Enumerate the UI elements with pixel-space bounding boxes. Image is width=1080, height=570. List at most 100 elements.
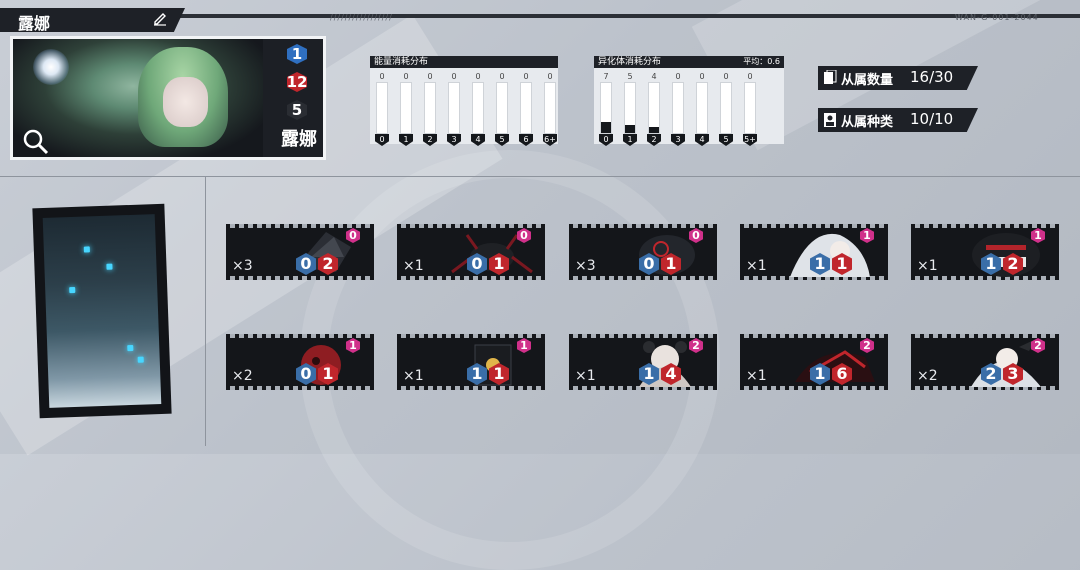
types-value: 10/10 xyxy=(910,110,954,128)
distribution-bar xyxy=(496,82,508,134)
distribution-bar xyxy=(400,82,412,134)
minion-card[interactable]: ×1 1 6 2 xyxy=(740,334,888,390)
anomaly-distribution-panel: 异化体消耗分布 平均：0.6 7 0 5 1 4 2 0 3 0 4 0 5 0 5+ xyxy=(594,56,784,146)
minion-copy-count: ×1 xyxy=(575,368,596,384)
distribution-bar xyxy=(648,82,660,134)
bar-bin-label: 4 xyxy=(695,134,709,146)
crystal-glow xyxy=(106,263,113,270)
minion-card[interactable]: ×1 1 1 1 xyxy=(740,224,888,280)
energy-distribution-panel: 能量消耗分布 0 0 0 1 0 2 0 3 0 4 0 5 0 6 0 6+ xyxy=(370,56,558,146)
cards-icon xyxy=(824,70,837,84)
minion-card[interactable]: ×1 1 1 1 xyxy=(397,334,545,390)
leader-stat-value: 12 xyxy=(286,73,308,91)
bar-bin-label: 0 xyxy=(599,134,613,146)
header-rule xyxy=(180,14,1080,18)
bar-count-label: 0 xyxy=(523,72,529,81)
bar-bin-label: 5 xyxy=(719,134,733,146)
quantity-label: 从属数量 xyxy=(841,73,894,88)
section-divider xyxy=(0,176,1080,177)
distribution-bar xyxy=(544,82,556,134)
person-card-icon xyxy=(824,113,836,127)
leader-stat-energy: 1 xyxy=(276,43,316,65)
distribution-bar-fill xyxy=(625,124,635,133)
bar-bin-label: 6 xyxy=(519,134,533,146)
distribution-bar xyxy=(696,82,708,134)
bar-bin-label: 1 xyxy=(623,134,637,146)
minion-card[interactable]: ×3 0 2 0 xyxy=(226,224,374,280)
bar-count-label: 0 xyxy=(675,72,681,81)
leader-stat-extra: 5 xyxy=(276,99,316,121)
distribution-bar-fill xyxy=(601,121,611,133)
minion-copy-count: ×1 xyxy=(746,258,767,274)
minion-card[interactable]: ×1 0 1 0 xyxy=(397,224,545,280)
bar-bin-label: 5 xyxy=(495,134,509,146)
energy-distribution-title: 能量消耗分布 xyxy=(370,56,558,68)
header-code-right: WAN-G-001-2044 xyxy=(955,13,1039,22)
leader-portrait-card[interactable]: 1 12 5 露娜 xyxy=(10,36,326,160)
distribution-bar-fill xyxy=(649,126,659,133)
minion-card[interactable]: ×3 0 1 0 xyxy=(569,224,717,280)
bar-count-label: 5 xyxy=(627,72,633,81)
bar-count-label: 7 xyxy=(603,72,609,81)
bar-count-label: 0 xyxy=(699,72,705,81)
glowing-orb xyxy=(33,49,69,85)
anomaly-distribution-header: 异化体消耗分布 平均：0.6 xyxy=(594,56,784,68)
distribution-bar xyxy=(448,82,460,134)
anomaly-distribution-bars: 7 0 5 1 4 2 0 3 0 4 0 5 0 5+ xyxy=(594,68,784,146)
search-icon[interactable] xyxy=(21,127,51,157)
leader-name: 露娜 xyxy=(281,129,317,150)
edit-icon[interactable] xyxy=(152,10,168,26)
distribution-bar xyxy=(600,82,612,134)
distribution-bar xyxy=(424,82,436,134)
bar-count-label: 0 xyxy=(747,72,753,81)
minion-copy-count: ×2 xyxy=(232,368,253,384)
bar-count-label: 0 xyxy=(547,72,553,81)
quantity-value: 16/30 xyxy=(910,68,954,86)
bar-count-label: 0 xyxy=(403,72,409,81)
section-divider xyxy=(205,176,206,446)
leader-stat-value: 5 xyxy=(291,101,303,119)
bar-count-label: 0 xyxy=(499,72,505,81)
bar-bin-label: 6+ xyxy=(543,134,557,146)
header-code-left: ///////////////// xyxy=(330,13,393,22)
bar-count-label: 4 xyxy=(651,72,657,81)
distribution-bar xyxy=(720,82,732,134)
deck-cover-art xyxy=(42,214,162,408)
distribution-bar xyxy=(624,82,636,134)
crystal-glow xyxy=(69,286,76,294)
minion-copy-count: ×1 xyxy=(403,368,424,384)
distribution-bar xyxy=(744,82,756,134)
distribution-bar xyxy=(376,82,388,134)
minion-copy-count: ×1 xyxy=(403,258,424,274)
bar-bin-label: 2 xyxy=(647,134,661,146)
anomaly-average: 平均：0.6 xyxy=(743,57,780,66)
bar-count-label: 0 xyxy=(475,72,481,81)
deck-title: 露娜 xyxy=(18,14,51,33)
anomaly-distribution-title: 异化体消耗分布 xyxy=(598,57,662,67)
leader-stat-value: 1 xyxy=(291,45,303,63)
types-label: 从属种类 xyxy=(841,115,894,130)
distribution-bar xyxy=(672,82,684,134)
deck-cover-card[interactable] xyxy=(32,203,172,419)
energy-distribution-bars: 0 0 0 1 0 2 0 3 0 4 0 5 0 6 0 6+ xyxy=(370,68,558,146)
minion-quantity-badge: 从属数量 16/30 xyxy=(818,66,978,90)
minion-copy-count: ×1 xyxy=(917,258,938,274)
crystal-glow xyxy=(83,246,90,253)
minion-types-badge: 从属种类 10/10 xyxy=(818,108,978,132)
bar-count-label: 0 xyxy=(427,72,433,81)
leader-face xyxy=(163,77,208,127)
minion-card[interactable]: ×2 0 1 1 xyxy=(226,334,374,390)
minion-card[interactable]: ×1 1 4 2 xyxy=(569,334,717,390)
minion-card[interactable]: ×1 1 2 1 xyxy=(911,224,1059,280)
crystal-glow xyxy=(137,356,144,363)
crystal-glow xyxy=(127,344,134,352)
minion-copy-count: ×2 xyxy=(917,368,938,384)
minion-card[interactable]: ×2 2 3 2 xyxy=(911,334,1059,390)
bar-bin-label: 3 xyxy=(671,134,685,146)
bar-count-label: 0 xyxy=(723,72,729,81)
distribution-bar xyxy=(520,82,532,134)
minion-copy-count: ×3 xyxy=(232,258,253,274)
distribution-bar xyxy=(472,82,484,134)
leader-stat-health: 12 xyxy=(276,71,316,93)
minion-copy-count: ×3 xyxy=(575,258,596,274)
